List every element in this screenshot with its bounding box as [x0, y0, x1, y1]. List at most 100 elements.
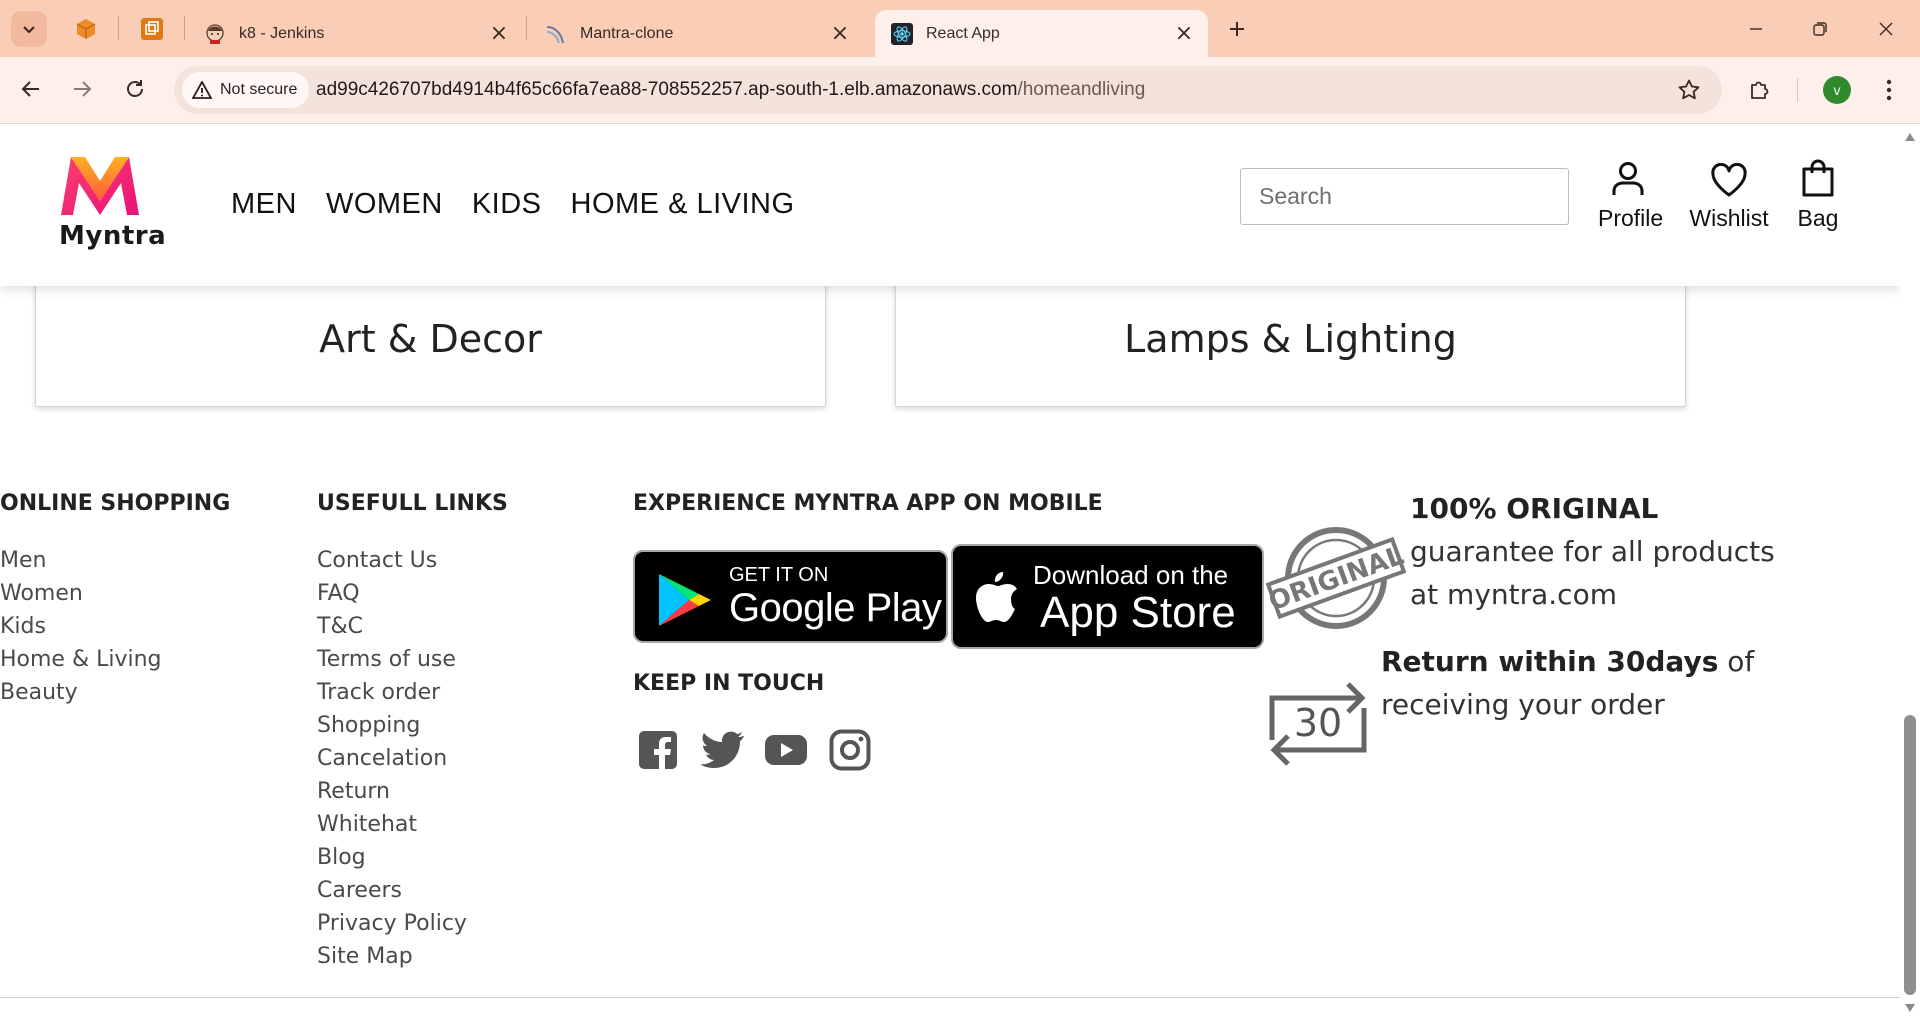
scroll-up-arrow-icon[interactable] — [1905, 133, 1915, 141]
scroll-down-arrow-icon[interactable] — [1905, 1004, 1915, 1012]
app-heading: EXPERIENCE MYNTRA APP ON MOBILE — [633, 491, 1103, 516]
footer-link[interactable]: Shopping — [317, 709, 467, 742]
instagram-link[interactable] — [828, 728, 872, 772]
tab-strip: k8 - Jenkins × Mantra-clone × React App … — [0, 0, 1920, 57]
facebook-link[interactable] — [636, 728, 680, 772]
new-tab-button[interactable] — [1220, 12, 1254, 46]
google-play-icon — [659, 574, 711, 626]
footer-link[interactable]: Track order — [317, 676, 467, 709]
original-rest: guarantee for all products at myntra.com — [1410, 535, 1775, 611]
youtube-link[interactable] — [764, 728, 808, 772]
minimize-button[interactable] — [1736, 12, 1776, 46]
bag-action[interactable]: Bag — [1795, 157, 1841, 232]
footer-link[interactable]: Whitehat — [317, 808, 467, 841]
google-play-badge[interactable]: GET IT ON Google Play — [633, 550, 948, 643]
restore-button[interactable] — [1800, 12, 1840, 46]
useful-links: Contact Us FAQ T&C Terms of use Track or… — [317, 544, 467, 973]
footer-link[interactable]: T&C — [317, 610, 467, 643]
tab-jenkins[interactable]: k8 - Jenkins × — [188, 10, 523, 57]
footer-link[interactable]: Home & Living — [0, 643, 162, 676]
footer-link[interactable]: Men — [0, 544, 162, 577]
wave-icon — [545, 23, 567, 45]
twitter-link[interactable] — [700, 728, 744, 772]
footer-divider — [0, 997, 1900, 998]
return-badge: 30 — [1266, 676, 1370, 772]
footer-link[interactable]: Careers — [317, 874, 467, 907]
tab-close-icon[interactable]: × — [1172, 22, 1196, 46]
youtube-icon — [765, 735, 807, 765]
close-window-button[interactable] — [1866, 12, 1906, 46]
footer-link[interactable]: FAQ — [317, 577, 467, 610]
tab-close-icon[interactable]: × — [828, 22, 852, 46]
tab-title: Mantra-clone — [580, 24, 674, 42]
category-name: Art & Decor — [319, 317, 542, 361]
footer-link[interactable]: Return — [317, 775, 467, 808]
reload-icon — [127, 80, 143, 97]
myntra-m-icon — [61, 157, 139, 215]
app-store-small-text: Download on the — [1033, 560, 1229, 590]
nav-home-living[interactable]: HOME & LIVING — [571, 188, 795, 221]
tab-search-button[interactable] — [11, 11, 47, 47]
twitter-icon — [700, 731, 744, 768]
footer-link[interactable]: Women — [0, 577, 162, 610]
arrow-left-icon — [21, 81, 39, 97]
return-30-icon: 30 — [1269, 682, 1367, 766]
logo-text: Myntra — [59, 221, 167, 251]
address-bar[interactable]: Not secure ad99c426707bd4914b4f65c66fa7e… — [174, 66, 1722, 114]
page-scrollbar[interactable] — [1900, 125, 1920, 1020]
tab-separator — [526, 16, 527, 40]
plus-icon — [1230, 22, 1244, 36]
footer-link[interactable]: Contact Us — [317, 544, 467, 577]
main-nav: MEN WOMEN KIDS HOME & LIVING — [231, 188, 795, 221]
site-security-chip[interactable]: Not secure — [182, 72, 310, 108]
minimize-icon — [1750, 28, 1762, 30]
scrollbar-thumb[interactable] — [1904, 715, 1916, 995]
url-host: ad99c426707bd4914b4f65c66fa7ea88-7085522… — [316, 79, 1018, 100]
wishlist-action[interactable]: Wishlist — [1688, 157, 1770, 232]
original-bold: 100% ORIGINAL — [1410, 492, 1659, 525]
footer-link[interactable]: Kids — [0, 610, 162, 643]
jenkins-icon — [204, 23, 226, 45]
profile-action[interactable]: Profile — [1598, 157, 1664, 232]
nav-women[interactable]: WOMEN — [326, 188, 443, 221]
footer-link[interactable]: Cancelation — [317, 742, 467, 775]
footer-link[interactable]: Blog — [317, 841, 467, 874]
app-store-badge[interactable]: Download on the App Store — [951, 544, 1264, 649]
tab-mantra-clone[interactable]: Mantra-clone × — [529, 10, 864, 57]
profile-label: Profile — [1598, 205, 1664, 231]
avatar: v — [1823, 76, 1851, 104]
tab-close-icon[interactable]: × — [487, 22, 511, 46]
category-name: Lamps & Lighting — [1124, 317, 1457, 361]
pinned-tab-2[interactable] — [136, 13, 168, 45]
cube-icon — [76, 19, 96, 39]
copy-app-icon — [141, 18, 163, 40]
extensions-button[interactable] — [1744, 74, 1776, 106]
original-guarantee-text: 100% ORIGINAL guarantee for all products… — [1410, 487, 1810, 616]
footer-link[interactable]: Site Map — [317, 940, 467, 973]
footer-link[interactable]: Terms of use — [317, 643, 467, 676]
kebab-menu-icon — [1886, 79, 1892, 101]
reload-button[interactable] — [117, 71, 153, 107]
return-policy-text: Return within 30days of receiving your o… — [1381, 640, 1771, 726]
footer-link[interactable]: Beauty — [0, 676, 162, 709]
profile-button[interactable]: v — [1821, 74, 1853, 106]
nav-kids[interactable]: KIDS — [472, 188, 542, 221]
forward-button[interactable] — [64, 71, 100, 107]
search-input[interactable] — [1240, 168, 1569, 225]
tab-react-app[interactable]: React App × — [875, 10, 1208, 57]
warning-icon — [192, 81, 212, 99]
tab-separator — [118, 16, 119, 40]
bookmark-star-icon[interactable] — [1676, 77, 1702, 103]
bag-label: Bag — [1797, 205, 1839, 231]
instagram-icon — [829, 729, 871, 771]
puzzle-icon — [1751, 81, 1769, 99]
nav-men[interactable]: MEN — [231, 188, 297, 221]
footer-link[interactable]: Privacy Policy — [317, 907, 467, 940]
menu-button[interactable] — [1873, 74, 1905, 106]
facebook-icon — [639, 731, 677, 770]
page-viewport: Myntra MEN WOMEN KIDS HOME & LIVING Prof… — [0, 125, 1900, 1020]
tab-title: k8 - Jenkins — [239, 24, 325, 42]
pinned-tab-1[interactable] — [70, 13, 102, 45]
wishlist-label: Wishlist — [1689, 205, 1769, 231]
back-button[interactable] — [13, 71, 49, 107]
